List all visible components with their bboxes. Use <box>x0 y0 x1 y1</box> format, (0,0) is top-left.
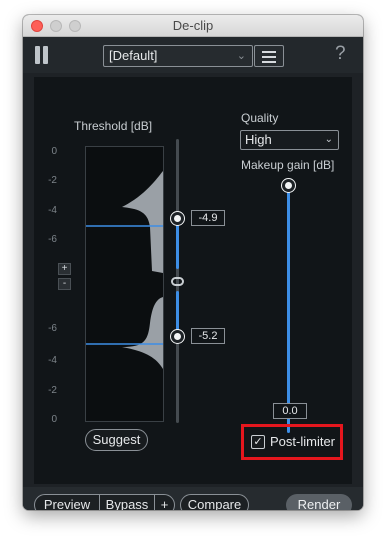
zoom-in-button[interactable]: + <box>58 263 71 275</box>
tick-label: 0 <box>51 146 57 157</box>
declip-window: De-clip [Default] ⌄ ? Threshold [dB] 0 -… <box>23 15 363 510</box>
quality-dropdown[interactable]: High ⌄ <box>240 130 339 150</box>
lower-threshold-fill <box>176 291 179 335</box>
render-button[interactable]: Render <box>286 494 352 510</box>
makeup-gain-slider-track[interactable] <box>287 189 290 433</box>
hamburger-menu-icon <box>262 51 276 53</box>
quality-label: Quality <box>241 111 279 125</box>
plugin-content: [Default] ⌄ ? Threshold [dB] 0 -2 -4 -6 … <box>23 37 363 510</box>
tick-label: -4 <box>48 355 57 366</box>
preview-button[interactable]: Preview <box>34 494 100 510</box>
tick-label: -2 <box>48 175 57 186</box>
compare-button[interactable]: Compare <box>180 494 249 510</box>
upper-threshold-value[interactable]: -4.9 <box>191 210 225 226</box>
plugin-header: [Default] ⌄ ? <box>23 37 363 73</box>
preset-value: [Default] <box>109 48 158 63</box>
lower-threshold-knob[interactable] <box>171 330 184 343</box>
post-limiter-label[interactable]: Post-limiter <box>270 434 335 449</box>
preset-dropdown[interactable]: [Default] ⌄ <box>103 45 253 67</box>
tick-label: -4 <box>48 205 57 216</box>
bottom-toolbar: Preview Bypass + Compare Render <box>23 487 363 510</box>
izotope-logo-icon <box>35 46 49 64</box>
makeup-gain-label: Makeup gain [dB] <box>241 158 335 172</box>
main-panel: Threshold [dB] 0 -2 -4 -6 -6 -4 -2 0 + - <box>34 77 352 484</box>
upper-threshold-knob[interactable] <box>171 212 184 225</box>
post-limiter-highlight: ✓ Post-limiter <box>241 424 343 460</box>
suggest-button[interactable]: Suggest <box>85 429 148 451</box>
bypass-button[interactable]: Bypass <box>99 494 155 510</box>
tick-label: -2 <box>48 385 57 396</box>
lower-threshold-value[interactable]: -5.2 <box>191 328 225 344</box>
chevron-down-icon: ⌄ <box>236 50 246 62</box>
post-limiter-checkbox[interactable]: ✓ <box>251 435 265 449</box>
window-title: De-clip <box>172 18 214 33</box>
zoom-out-button[interactable]: - <box>58 278 71 290</box>
add-compare-button[interactable]: + <box>154 494 175 510</box>
tick-label: 0 <box>51 414 57 425</box>
chevron-down-icon: ⌄ <box>324 134 333 145</box>
tick-label: -6 <box>48 323 57 334</box>
preset-menu-button[interactable] <box>254 45 284 67</box>
tick-label: -6 <box>48 234 57 245</box>
histogram-display <box>85 146 164 422</box>
makeup-gain-knob[interactable] <box>282 179 295 192</box>
histogram-graphic <box>86 171 163 369</box>
quality-value: High <box>245 132 272 147</box>
title-bar: De-clip <box>23 15 363 37</box>
threshold-label: Threshold [dB] <box>74 119 153 133</box>
help-icon[interactable]: ? <box>335 43 346 65</box>
link-icon[interactable] <box>171 277 184 286</box>
makeup-gain-value[interactable]: 0.0 <box>273 403 307 419</box>
